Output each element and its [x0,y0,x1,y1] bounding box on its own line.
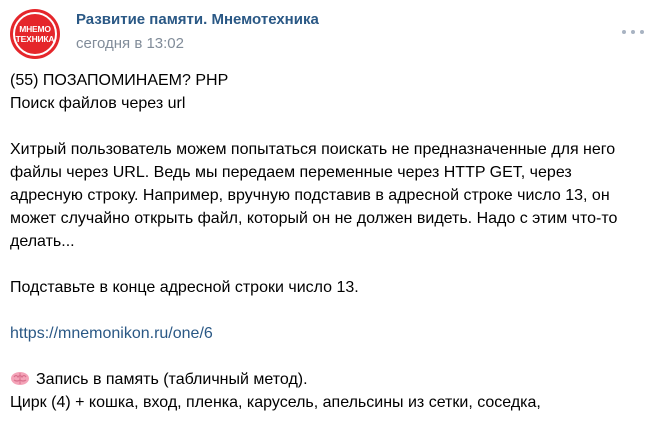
author-name[interactable]: Развитие памяти. Мнемотехника [76,11,319,28]
text-line: Подставьте в конце адресной строки число… [10,279,359,296]
avatar-text-2: ТЕХНИКА [15,34,55,44]
post-link[interactable]: https://mnemonikon.ru/one/6 [10,325,213,342]
more-horizontal-icon[interactable] [622,27,644,37]
text-line: делать... [10,233,75,250]
text-line: (55) ПОЗАПОМИНАЕМ? PHP [10,72,229,89]
avatar-text-1: МНЕМО [19,24,51,34]
dot [622,30,626,34]
text-line: может случайно открыть файл, который он … [10,210,618,227]
post-time[interactable]: сегодня в 13:02 [76,35,184,52]
text-line: Хитрый пользователь можем попытаться пои… [10,141,616,158]
post-text: (55) ПОЗАПОМИНАЕМ? PHP Поиск файлов чере… [10,69,650,414]
dot [640,30,644,34]
brain-icon [11,372,29,385]
text-line: Цирк (4) + кошка, вход, пленка, карусель… [10,394,541,411]
text-line: адресную строку. Например, вручную подст… [10,187,610,204]
text-line: Поиск файлов через url [10,95,186,112]
text-line: Запись в память (табличный метод). [36,371,308,388]
dot [631,30,635,34]
avatar-logo: МНЕМО ТЕХНИКА [13,12,57,56]
avatar[interactable]: МНЕМО ТЕХНИКА [10,9,60,59]
text-line-with-emoji: Запись в память (табличный метод). [10,368,650,391]
text-line: файлы через URL. Ведь мы передаем переме… [10,164,572,181]
post: МНЕМО ТЕХНИКА Развитие памяти. Мнемотехн… [0,0,657,432]
